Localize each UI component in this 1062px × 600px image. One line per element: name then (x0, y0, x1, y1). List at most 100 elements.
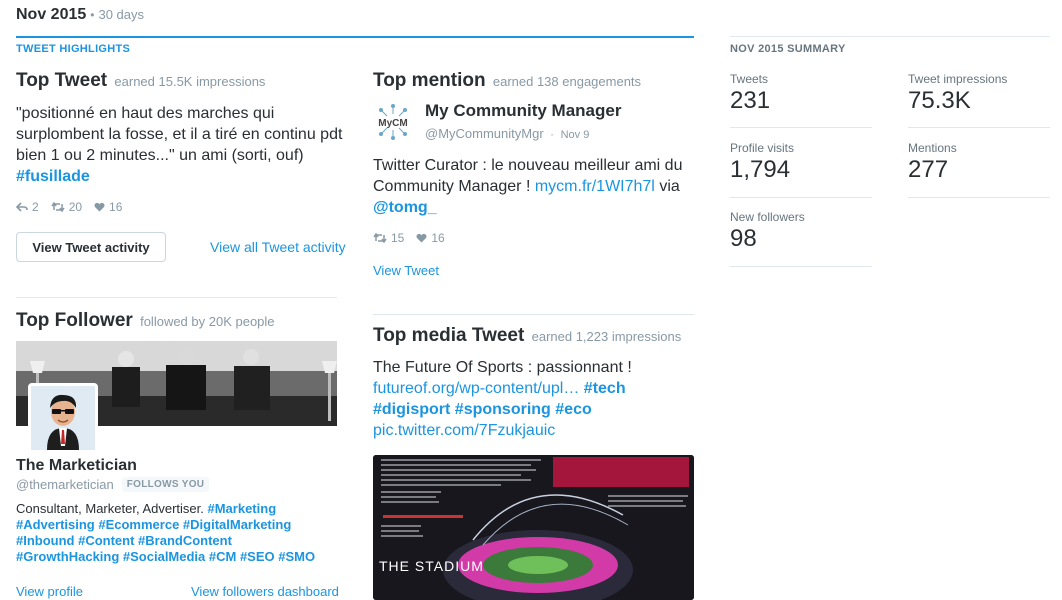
reply-count: 2 (32, 200, 39, 214)
divider (908, 127, 1050, 128)
hashtag-link[interactable]: #sponsoring (455, 401, 551, 418)
like-count: 16 (431, 231, 445, 245)
bio-text: Consultant, Marketer, Advertiser. (16, 501, 204, 516)
top-tweet-body: "positionné en haut des marches qui surp… (16, 105, 343, 164)
heart-icon (416, 233, 427, 243)
like-action[interactable]: 16 (94, 200, 122, 214)
separator-dot: • (90, 8, 95, 22)
stat-label: Profile visits (730, 141, 795, 155)
top-tweet-actions: 2 20 16 (16, 200, 134, 214)
hashtag-link[interactable]: #fusillade (16, 168, 90, 185)
stat-value: 1,794 (730, 156, 791, 183)
via-text: via (659, 178, 680, 195)
top-follower-heading: Top Follower (16, 310, 133, 331)
stat-label: Tweet impressions (908, 72, 1008, 86)
bio-hashtags[interactable]: #Advertising #Ecommerce #DigitalMarketin… (16, 517, 291, 532)
stat-profile-visits: Profile visits 1,794 (730, 141, 794, 184)
mention-text: Twitter Curator : le nouveau meilleur am… (373, 155, 693, 218)
hashtag-link[interactable]: #digisport (373, 401, 450, 418)
summary-rule (730, 36, 1050, 37)
tweet-date[interactable]: Nov 9 (561, 129, 590, 141)
stat-label: Mentions (908, 141, 957, 155)
date-separator: · (550, 129, 554, 141)
stat-label: Tweets (730, 72, 769, 86)
stat-value: 98 (730, 225, 757, 252)
divider (730, 127, 872, 128)
top-mention-subtitle: earned 138 engagements (492, 74, 642, 89)
heart-icon (94, 202, 105, 212)
divider (730, 266, 872, 267)
top-media-heading: Top media Tweet (373, 325, 525, 346)
divider (373, 314, 694, 315)
top-follower-subtitle: followed by 20K people (140, 314, 275, 329)
author-handle[interactable]: @MyCommunityMgr (425, 126, 544, 141)
pic-link[interactable]: pic.twitter.com/7Fzukjauic (373, 422, 555, 439)
period-days: 30 days (98, 7, 145, 22)
top-tweet-text: "positionné en haut des marches qui surp… (16, 103, 346, 187)
mention-actions: 15 16 (373, 231, 457, 245)
hashtag-link[interactable]: #tech (584, 380, 626, 397)
stat-label: New followers (730, 210, 805, 224)
view-tweet-link[interactable]: View Tweet (373, 263, 439, 278)
bio-hashtags[interactable]: #GrowthHacking #SocialMedia #CM #SEO #SM… (16, 549, 315, 564)
tweet-highlights-label: TWEET HIGHLIGHTS (16, 43, 131, 55)
reply-icon (16, 202, 28, 212)
retweet-icon (373, 233, 387, 243)
avatar-image (31, 386, 95, 450)
follower-name[interactable]: The Marketician (16, 457, 137, 475)
follower-bio: Consultant, Marketer, Advertiser. #Marke… (16, 501, 336, 565)
image-caption: THE STADIUM (379, 558, 484, 574)
stat-new-followers: New followers 98 (730, 210, 805, 253)
stat-value: 75.3K (908, 87, 971, 114)
top-follower-title: Top Follower followed by 20K people (16, 310, 275, 332)
retweet-count: 15 (391, 231, 405, 245)
bio-hashtags[interactable]: #Marketing (208, 501, 277, 516)
like-action[interactable]: 16 (416, 231, 445, 245)
top-mention-heading: Top mention (373, 70, 486, 91)
divider (16, 297, 337, 298)
media-body: The Future Of Sports : passionnant ! (373, 359, 632, 376)
stat-mentions: Mentions 277 (908, 141, 957, 184)
retweet-action[interactable]: 20 (51, 200, 82, 214)
summary-label: NOV 2015 SUMMARY (730, 43, 846, 55)
avatar[interactable] (28, 383, 98, 453)
divider (908, 197, 1050, 198)
stat-value: 277 (908, 156, 949, 183)
top-media-title: Top media Tweet earned 1,223 impressions (373, 325, 681, 347)
logo-text: MyCM (378, 118, 407, 129)
follower-handle-row: @themarketician FOLLOWS YOU (16, 477, 210, 492)
hashtag-link[interactable]: #eco (555, 401, 591, 418)
media-tweet-text: The Future Of Sports : passionnant ! fut… (373, 357, 693, 441)
divider (730, 197, 872, 198)
stat-tweets: Tweets 231 (730, 72, 770, 115)
top-tweet-subtitle: earned 15.5K impressions (114, 74, 266, 89)
top-mention-title: Top mention earned 138 engagements (373, 70, 641, 92)
view-all-tweet-activity-link[interactable]: View all Tweet activity (210, 239, 346, 255)
media-url-link[interactable]: futureof.org/wp-content/upl… (373, 380, 579, 397)
reply-action[interactable]: 2 (16, 200, 39, 214)
like-count: 16 (109, 200, 123, 214)
period-header: Nov 2015 • 30 days (16, 6, 144, 28)
mention-user-link[interactable]: @tomg_ (373, 199, 437, 216)
view-followers-dashboard-link[interactable]: View followers dashboard (191, 584, 339, 599)
follower-handle[interactable]: @themarketician (16, 477, 114, 492)
top-tweet-title: Top Tweet earned 15.5K impressions (16, 70, 265, 92)
retweet-count: 20 (68, 200, 83, 214)
stat-value: 231 (730, 87, 771, 114)
mention-url-link[interactable]: mycm.fr/1WI7h7l (535, 178, 655, 195)
view-profile-link[interactable]: View profile (16, 584, 83, 599)
stadium-image: THE STADIUM (373, 455, 694, 600)
retweet-action[interactable]: 15 (373, 231, 404, 245)
media-image[interactable]: THE STADIUM (373, 455, 694, 600)
author-avatar[interactable]: MyCM (373, 102, 413, 142)
bio-hashtags[interactable]: #Inbound #Content #BrandContent (16, 533, 232, 548)
mycm-logo-icon: MyCM (378, 104, 408, 140)
stat-impressions: Tweet impressions 75.3K (908, 72, 1007, 115)
retweet-icon (51, 202, 65, 212)
author-name[interactable]: My Community Manager (425, 101, 621, 121)
author-handle-row: @MyCommunityMgr · Nov 9 (425, 126, 589, 141)
top-tweet-heading: Top Tweet (16, 70, 108, 91)
view-tweet-activity-button[interactable]: View Tweet activity (16, 232, 166, 262)
highlights-rule (16, 36, 694, 38)
top-media-subtitle: earned 1,223 impressions (531, 329, 682, 344)
